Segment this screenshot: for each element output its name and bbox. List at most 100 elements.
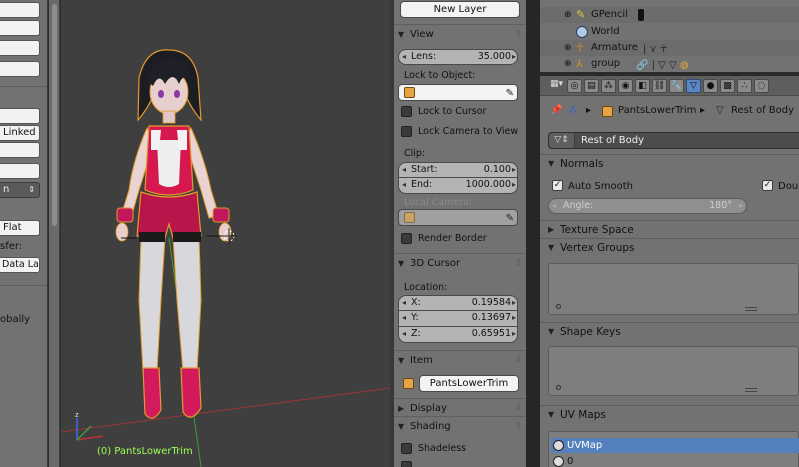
drag-grip-icon[interactable]: ⁞⁞ xyxy=(516,351,521,370)
empty-icon: ⅄ xyxy=(576,57,583,70)
object-tab-icon[interactable]: ◧ xyxy=(635,79,650,93)
vertex-groups-panel-header[interactable]: ▼ Vertex Groups xyxy=(540,238,799,256)
drag-grip-icon[interactable]: ⁞⁞ xyxy=(516,254,521,273)
outliner-row-gpencil[interactable]: ⊕ ✎ GPencil xyxy=(540,7,799,23)
data-layers-button[interactable]: Data La xyxy=(0,257,40,273)
local-camera-field: ✎ xyxy=(398,209,518,226)
object-cube-icon xyxy=(404,87,415,98)
shading-checkbox[interactable] xyxy=(401,461,412,467)
3d-viewport[interactable]: z (0) PantsLowerTrim xyxy=(61,0,390,467)
clip-label: Clip: xyxy=(404,148,426,159)
shading-panel-header[interactable]: ▼ Shading ⁞⁞ xyxy=(394,416,526,435)
location-label: Location: xyxy=(404,282,448,293)
list-dot-icon xyxy=(556,385,561,390)
material-tab-icon[interactable]: ● xyxy=(703,79,718,93)
physics-tab-icon[interactable]: ◌ xyxy=(754,79,769,93)
mesh-icon: ▽ xyxy=(716,105,724,116)
cursor-z-field[interactable]: ◂ Z: 0.65951 ▸ xyxy=(398,327,518,343)
dropdown-selector[interactable]: n ⇕ xyxy=(0,182,40,198)
lock-to-cursor-label: Lock to Cursor xyxy=(418,106,487,117)
lock-to-cursor-checkbox[interactable] xyxy=(401,106,412,117)
cursor-x-field[interactable]: ◂ X: 0.19584 ▸ xyxy=(398,295,518,311)
mesh-data-tab-icon[interactable]: ▽ xyxy=(686,79,701,93)
expand-icon[interactable]: ⊕ xyxy=(564,7,572,23)
linked-button[interactable]: Linked xyxy=(0,125,40,141)
uv-maps-panel-header[interactable]: ▼ UV Maps xyxy=(540,405,799,423)
cursor-y-field[interactable]: ◂ Y: 0.13697 ▸ xyxy=(398,311,518,327)
new-layer-button[interactable]: New Layer xyxy=(400,1,520,18)
shadeless-checkbox[interactable] xyxy=(401,443,412,454)
drag-grip-icon[interactable]: ⁞⁞ xyxy=(516,417,521,436)
shape-keys-list[interactable] xyxy=(548,346,799,396)
scroll-thumb[interactable] xyxy=(52,4,57,226)
pencil-icon: ✎ xyxy=(576,8,586,21)
layer-swatch-icon xyxy=(638,9,644,21)
object-cube-icon xyxy=(602,106,613,117)
expand-icon[interactable]: ⊕ xyxy=(564,56,572,72)
item-name-field[interactable]: PantsLowerTrim xyxy=(419,375,519,392)
local-camera-label: Local Camera: xyxy=(404,197,473,208)
particles-tab-icon[interactable]: ∴ xyxy=(737,79,752,93)
editor-type-icon[interactable]: ▦▾ xyxy=(550,79,563,93)
tool-button[interactable] xyxy=(0,40,40,56)
breadcrumb-mesh: Rest of Body xyxy=(731,105,795,116)
tool-button[interactable] xyxy=(0,163,40,179)
constraints-tab-icon[interactable]: ⛓ xyxy=(652,79,667,93)
lock-camera-checkbox[interactable] xyxy=(401,126,412,137)
3d-cursor-panel-header[interactable]: ▼ 3D Cursor ⁞⁞ xyxy=(394,253,526,272)
expand-icon[interactable]: ⊕ xyxy=(564,40,572,56)
tool-button[interactable] xyxy=(0,61,40,77)
item-panel-header[interactable]: ▼ Item ⁞⁞ xyxy=(394,350,526,369)
tool-shelf-scrollbar[interactable] xyxy=(49,0,60,467)
breadcrumb-arrow-icon: ▸ xyxy=(700,105,706,116)
tool-button[interactable] xyxy=(0,142,40,158)
tool-button[interactable] xyxy=(0,108,40,124)
normals-panel-header[interactable]: ▼ Normals xyxy=(540,154,799,172)
object-cube-icon xyxy=(403,378,414,389)
tool-button[interactable] xyxy=(0,2,40,18)
eyedropper-icon[interactable]: ✎ xyxy=(506,86,514,100)
scene-tab-icon[interactable]: ⁂ xyxy=(601,79,616,93)
uv-map-row[interactable]: UVMap xyxy=(551,438,799,453)
outliner-row-world[interactable]: World xyxy=(540,24,799,40)
texture-space-panel-header[interactable]: ▶ Texture Space xyxy=(540,220,799,238)
tool-button[interactable] xyxy=(0,20,40,36)
list-resize-handle[interactable] xyxy=(745,307,757,311)
texture-tab-icon[interactable]: ▩ xyxy=(720,79,735,93)
collapse-triangle-icon: ▼ xyxy=(398,422,405,431)
pin-icon[interactable]: 📌 xyxy=(550,100,562,122)
angle-slider[interactable]: ◂ Angle: 180° ▸ xyxy=(548,198,747,214)
display-panel-header[interactable]: ▶ Display ⁞⁞ xyxy=(394,398,526,417)
modifiers-tab-icon[interactable]: 🔧 xyxy=(669,79,684,93)
auto-smooth-checkbox[interactable]: ✓ xyxy=(552,180,563,191)
collapse-triangle-icon: ▼ xyxy=(398,259,405,268)
world-tab-icon[interactable]: ◉ xyxy=(618,79,633,93)
clip-start-field[interactable]: ◂ Start: 0.100 ▸ xyxy=(398,162,518,178)
render-tab-icon[interactable]: ◎ xyxy=(567,79,582,93)
properties-editor: ▦▾ ◎ ▤ ⁂ ◉ ◧ ⛓ 🔧 ▽ ● ▩ ∴ ◌ 📌 ⁂ ▸ PantsLo… xyxy=(540,76,799,467)
character-model[interactable] xyxy=(115,49,232,419)
double-sided-checkbox[interactable]: ✓ xyxy=(762,180,773,191)
outliner-row-group[interactable]: ⊕ ⅄ group 🔗 | ▽ ▽ ◍ xyxy=(540,56,799,72)
collapse-triangle-icon: ▼ xyxy=(548,327,555,336)
lock-object-field[interactable]: ✎ xyxy=(398,84,518,101)
shape-keys-panel-header[interactable]: ▼ Shape Keys xyxy=(540,322,799,340)
list-resize-handle[interactable] xyxy=(745,388,757,392)
render-border-checkbox[interactable] xyxy=(401,233,412,244)
globally-label: obally xyxy=(0,314,31,325)
clip-end-field[interactable]: ◂ End: 1000.000 ▸ xyxy=(398,178,518,194)
constraint-icons: 🔗 | ▽ ▽ ◍ xyxy=(636,60,689,71)
outliner-row-armature[interactable]: ⊕ ☥ Armature | ⋎ ☥ xyxy=(540,40,799,56)
mesh-browse-icon[interactable]: ▽⇕ xyxy=(549,133,575,148)
flat-button[interactable]: Flat xyxy=(0,220,40,236)
mesh-datablock-selector[interactable]: ▽⇕ Rest of Body xyxy=(548,132,799,149)
view-panel-header[interactable]: ▼ View ⁞⁞ xyxy=(394,24,526,43)
uv-map-row[interactable]: 0 xyxy=(551,454,799,467)
breadcrumb-arrow-icon: ▸ xyxy=(586,105,592,116)
vertex-groups-list[interactable] xyxy=(548,263,799,315)
collapse-triangle-icon: ▼ xyxy=(398,356,405,365)
drag-grip-icon[interactable]: ⁞⁞ xyxy=(516,25,521,44)
lens-field[interactable]: ◂ Lens: 35.000 ▸ xyxy=(398,49,518,65)
area-divider[interactable] xyxy=(526,0,540,467)
render-layers-tab-icon[interactable]: ▤ xyxy=(584,79,599,93)
